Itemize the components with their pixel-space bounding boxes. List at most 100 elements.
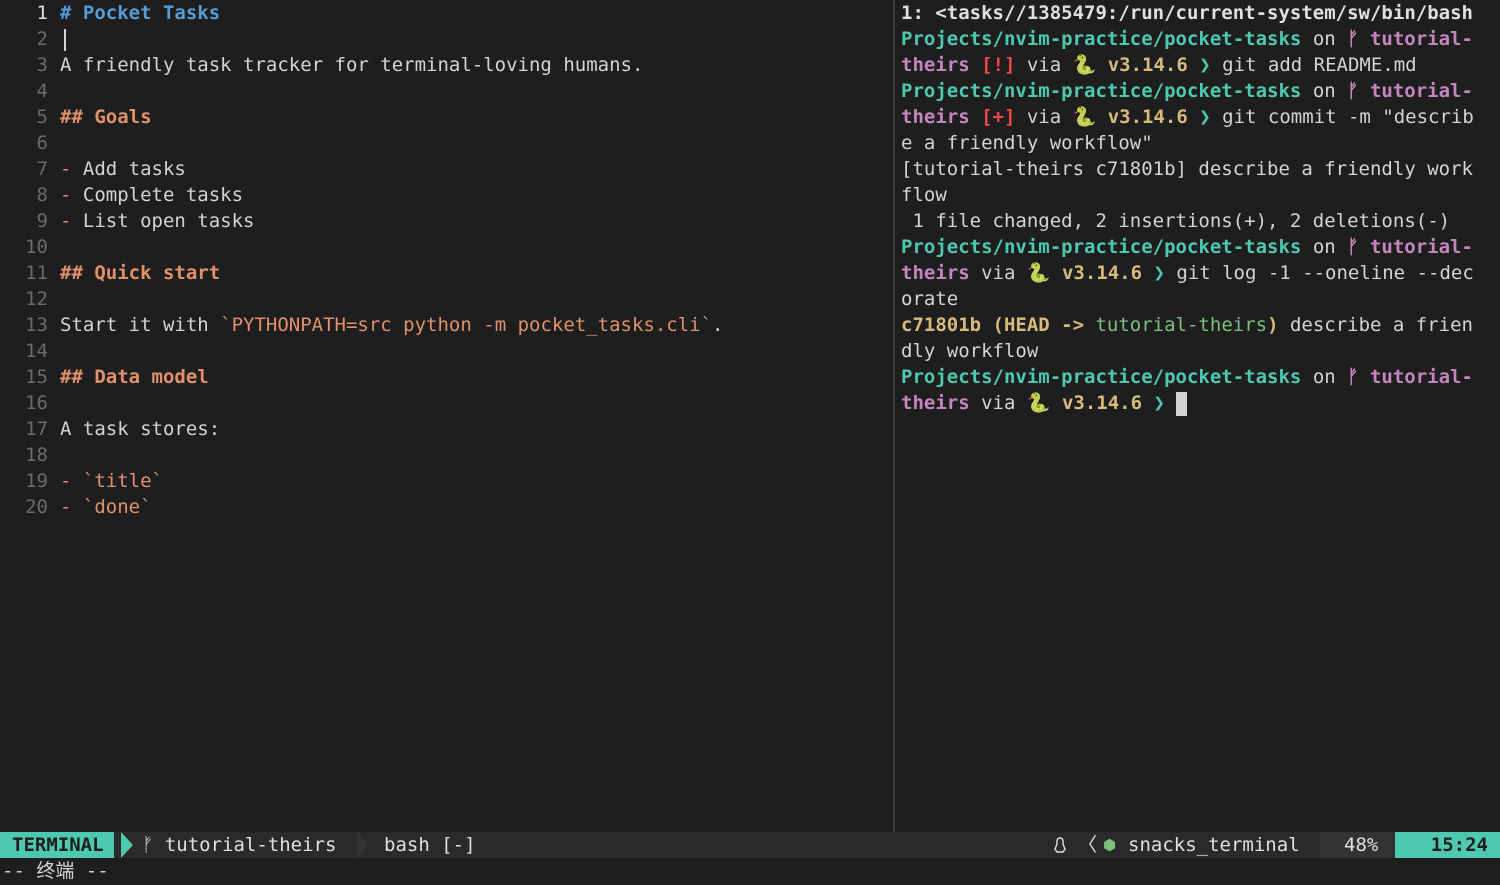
line-text: ## Quick start [60,260,220,286]
terminal-text: theirs [901,262,970,284]
editor-line[interactable]: 18 [0,442,893,468]
terminal-text: git add README.md [1222,54,1417,76]
line-text [60,26,66,52]
terminal-line: theirs [!] via 🐍 v3.14.6 ❯ git add READM… [901,52,1500,78]
line-number: 13 [25,314,48,336]
editor-line[interactable]: 9- List open tasks [0,208,893,234]
terminal-line: [tutorial-theirs c71801b] describe a fri… [901,156,1500,182]
text-segment: List open tasks [71,210,255,232]
terminal-line: Projects/nvim-practice/pocket-tasks on ᚠ… [901,78,1500,104]
editor-line[interactable]: 5 ## Goals [0,104,893,130]
terminal-line: 1 file changed, 2 insertions(+), 2 delet… [901,208,1500,234]
editor-line[interactable]: 6 [0,130,893,156]
text-segment: `title` [82,470,163,492]
terminal-line: theirs [+] via 🐍 v3.14.6 ❯ git commit -m… [901,104,1500,130]
terminal-text: Projects/nvim-practice/pocket-tasks [901,236,1302,258]
editor-pane[interactable]: 1 # Pocket Tasks 2 3 A friendly task tracker… [0,0,893,832]
line-text: - Complete tasks [60,182,243,208]
terminal-text: Projects/nvim-practice/pocket-tasks [901,80,1302,102]
filetype-icon: ⬢ [1103,836,1117,854]
text-segment: - [60,470,72,492]
line-number: 17 [25,418,48,440]
text-segment: A friendly task tracker for terminal-lov… [60,54,644,76]
terminal-text: 🐍 v3.14.6 [1072,106,1188,128]
terminal-text: on [1301,80,1348,102]
text-segment [71,470,82,492]
terminal-text: dly workflow [901,340,1039,362]
mode-arrow-separator [121,832,133,858]
text-segment: - [60,210,72,232]
terminal-text: ❯ [1187,54,1223,76]
clock: 15:24 [1395,832,1500,858]
editor-line[interactable]: 13 Start it with `PYTHONPATH=src python -… [0,312,893,338]
terminal-text: ) [1267,314,1279,336]
terminal-line: c71801b (HEAD -> tutorial-theirs) descri… [901,312,1500,338]
editor-line[interactable]: 11 ## Quick start [0,260,893,286]
text-cursor [64,28,66,51]
line-number: 12 [25,288,48,310]
terminal-cursor [1176,391,1188,416]
line-number: 4 [36,80,48,102]
terminal-text: [!] [981,54,1016,76]
editor-line[interactable]: 4 [0,78,893,104]
editor-line[interactable]: 8 - Complete tasks [0,182,893,208]
terminal-pane[interactable]: 1: <tasks//1385479:/run/current-system/s… [895,0,1500,832]
terminal-text: Projects/nvim-practice/pocket-tasks [901,366,1302,388]
line-text: - List open tasks [60,208,254,234]
line-text: ## Goals [60,104,152,130]
terminal-text: ❯ [1142,392,1177,414]
terminal-text: ᚠ tutorial- [1347,28,1473,50]
line-text: A friendly task tracker for terminal-lov… [60,52,643,78]
command-line[interactable]: -- 终端 -- [0,858,1500,885]
nvim-window: 1 # Pocket Tasks 2 3 A friendly task tracker… [0,0,1500,885]
text-segment: Add tasks [71,158,186,180]
editor-line[interactable]: 3 A friendly task tracker for terminal-lo… [0,52,893,78]
editor-line[interactable]: 10 [0,234,893,260]
line-number: 19 [25,470,48,492]
text-segment: Start it with [60,314,221,336]
editor-line[interactable]: 7- Add tasks [0,156,893,182]
editor-line[interactable]: 15 ## Data model [0,364,893,390]
text-segment: `PYTHONPATH=src python -m pocket_tasks.c… [220,314,713,336]
chevron-left-icon: 〈 [1078,834,1098,856]
terminal-line: 1: <tasks//1385479:/run/current-system/s… [901,0,1500,26]
terminal-text: ᚠ tutorial- [1347,80,1473,102]
line-text: - Add tasks [60,156,186,182]
terminal-text: on [1301,366,1348,388]
editor-line[interactable]: 12 [0,286,893,312]
terminal-text: theirs [901,106,970,128]
filetype: snacks_terminal [1128,834,1300,856]
line-text: # Pocket Tasks [60,0,220,26]
line-number: 8 [36,184,48,206]
text-segment: - [60,158,72,180]
terminal-text: ❯ [1142,262,1177,284]
terminal-text: via [1015,54,1073,76]
editor-line[interactable]: 1 # Pocket Tasks [0,0,893,26]
editor-line[interactable]: 20- `done` [0,494,893,520]
text-segment [71,496,82,518]
mode-indicator: TERMINAL [0,832,114,858]
terminal-text: Projects/nvim-practice/pocket-tasks [901,28,1302,50]
terminal-line: orate [901,286,1500,312]
terminal-line: e a friendly workflow" [901,130,1500,156]
editor-line[interactable]: 14 [0,338,893,364]
editor-line[interactable]: 2 [0,26,893,52]
line-number: 7 [36,158,48,180]
terminal-text: 1 file changed, 2 insertions(+), 2 delet… [901,210,1451,232]
terminal-text: 1: <tasks//1385479:/run/current-system/s… [901,2,1473,24]
terminal-text: on [1301,236,1348,258]
editor-line[interactable]: 16 [0,390,893,416]
text-segment: `done` [82,496,152,518]
terminal-line: theirs via 🐍 v3.14.6 ❯ [901,390,1500,416]
terminal-text: ᚠ tutorial- [1347,366,1473,388]
terminal-text: e a friendly workflow" [901,132,1153,154]
line-number: 16 [25,392,48,414]
terminal-text: tutorial-theirs [1095,314,1268,336]
editor-line[interactable]: 19- `title` [0,468,893,494]
terminal-text: describe a frien [1278,314,1473,336]
terminal-text: flow [901,184,947,206]
statusline: TERMINAL ᚠ tutorial-theirs bash [-] 〈 ⬢ … [0,832,1500,858]
editor-line[interactable]: 17 A task stores: [0,416,893,442]
